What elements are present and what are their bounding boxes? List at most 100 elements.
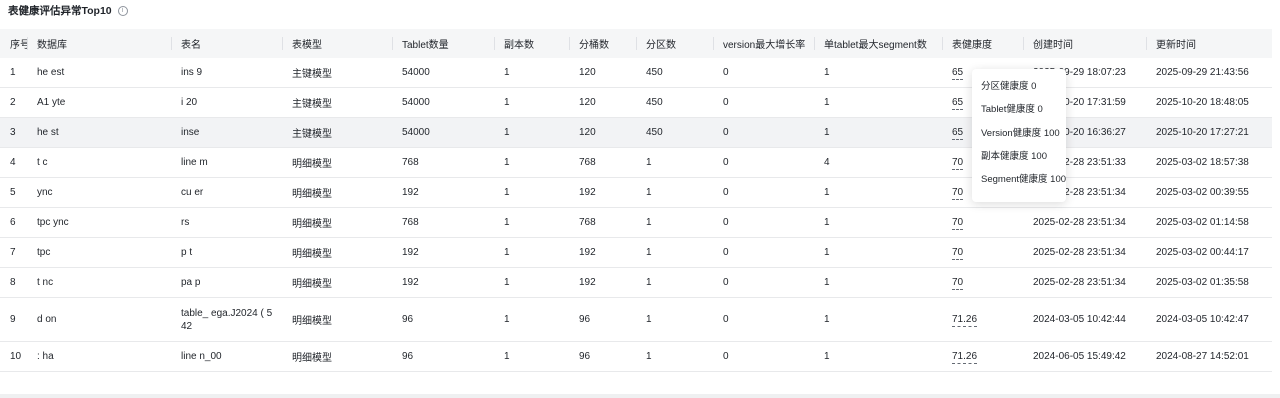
cell-buckets: 96 [569,341,636,372]
cell-database: tpc [27,237,171,268]
cell-index: 10 [0,341,27,372]
cell-table: ins 9 [171,58,282,88]
info-icon[interactable]: i [117,5,128,16]
table-row-hovered: 3 he st inse 主键模型 54000 1 120 450 0 1 65… [0,117,1272,148]
cell-index: 3 [0,117,27,148]
cell-database: ync [27,177,171,208]
cell-model: 明细模型 [282,297,392,342]
health-score[interactable]: 65 [952,67,964,80]
cell-version-growth: 0 [713,117,814,148]
cell-database: he st [27,117,171,148]
cell-table: line m [171,147,282,178]
health-score[interactable]: 70 [952,277,964,290]
cell-index: 7 [0,237,27,268]
table-row: 7 tpc p t 明细模型 192 1 192 1 0 1 70 2025-0… [0,237,1272,268]
cell-tablets: 768 [392,207,494,238]
cell-model: 主键模型 [282,117,392,148]
health-score[interactable]: 70 [952,157,964,170]
cell-buckets: 768 [569,207,636,238]
col-header-table: 表名 [171,29,282,58]
cell-buckets: 120 [569,87,636,118]
cell-table: cu er [171,177,282,208]
tooltip-version-health: Version健康度 100 [981,127,1060,139]
table-row: 10 : ha line n_00 明细模型 96 1 96 1 0 1 71.… [0,341,1272,372]
cell-replicas: 1 [494,207,569,238]
health-score[interactable]: 70 [952,217,964,230]
cell-updated: 2025-03-02 01:14:58 [1146,207,1272,238]
cell-version-growth: 0 [713,267,814,298]
cell-tablets: 54000 [392,117,494,148]
cell-version-growth: 0 [713,58,814,88]
table-row: 4 t c line m 明细模型 768 1 768 1 0 4 70 202… [0,147,1272,178]
cell-updated: 2025-03-02 00:39:55 [1146,177,1272,208]
cell-database: t nc [27,267,171,298]
cell-updated: 2025-09-29 21:43:56 [1146,58,1272,88]
cell-tablets: 96 [392,341,494,372]
cell-replicas: 1 [494,117,569,148]
cell-updated: 2025-10-20 17:27:21 [1146,117,1272,148]
cell-database: : ha [27,341,171,372]
cell-tablets: 96 [392,297,494,342]
cell-buckets: 120 [569,58,636,88]
cell-version-growth: 0 [713,297,814,342]
health-score[interactable]: 71.26 [952,351,978,364]
cell-index: 9 [0,297,27,342]
cell-model: 明细模型 [282,177,392,208]
cell-buckets: 120 [569,117,636,148]
table-row: 5 ync cu er 明细模型 192 1 192 1 0 1 70 2025… [0,177,1272,208]
cell-model: 明细模型 [282,147,392,178]
cell-buckets: 768 [569,147,636,178]
cell-version-growth: 0 [713,237,814,268]
cell-tablets: 192 [392,237,494,268]
cell-table: inse [171,117,282,148]
health-score[interactable]: 70 [952,187,964,200]
cell-version-growth: 0 [713,147,814,178]
cell-tablets: 192 [392,177,494,208]
col-header-index: 序号 [0,29,27,58]
cell-partitions: 1 [636,147,713,178]
cell-model: 明细模型 [282,237,392,268]
cell-tablets: 768 [392,147,494,178]
col-header-database: 数据库 [27,29,171,58]
cell-database: tpc ync [27,207,171,238]
cell-version-growth: 0 [713,341,814,372]
cell-model: 明细模型 [282,341,392,372]
cell-replicas: 1 [494,237,569,268]
health-score[interactable]: 65 [952,127,964,140]
health-score[interactable]: 70 [952,247,964,260]
cell-table: pa p [171,267,282,298]
cell-index: 5 [0,177,27,208]
cell-max-segments: 1 [814,117,942,148]
cell-created: 2025-02-28 23:51:34 [1023,267,1146,298]
cell-buckets: 96 [569,297,636,342]
cell-database: d on [27,297,171,342]
cell-max-segments: 1 [814,58,942,88]
col-header-max-segments: 单tablet最大segment数 [814,29,942,58]
cell-model: 主键模型 [282,87,392,118]
cell-created: 2024-03-05 10:42:44 [1023,297,1146,342]
bottom-divider [0,394,1280,398]
cell-max-segments: 1 [814,341,942,372]
cell-max-segments: 1 [814,297,942,342]
cell-partitions: 1 [636,177,713,208]
cell-updated: 2024-03-05 10:42:47 [1146,297,1272,342]
table-row: 8 t nc pa p 明细模型 192 1 192 1 0 1 70 2025… [0,267,1272,298]
cell-version-growth: 0 [713,207,814,238]
cell-buckets: 192 [569,237,636,268]
health-score[interactable]: 71.26 [952,314,978,327]
cell-version-growth: 0 [713,177,814,208]
cell-table: table_ ega.J2024 ( 5 42 [171,297,282,342]
cell-table: rs [171,207,282,238]
cell-updated: 2025-03-02 01:35:58 [1146,267,1272,298]
tooltip-replica-health: 副本健康度 100 [981,150,1047,162]
table-row: 1 he est ins 9 主键模型 54000 1 120 450 0 1 … [0,58,1272,88]
section-title: 表健康评估异常Top10 i [8,3,128,18]
section-title-text: 表健康评估异常Top10 [8,5,112,17]
cell-max-segments: 1 [814,267,942,298]
cell-updated: 2025-03-02 00:44:17 [1146,237,1272,268]
cell-table: i 20 [171,87,282,118]
cell-tablets: 54000 [392,87,494,118]
health-score[interactable]: 65 [952,97,964,110]
cell-partitions: 1 [636,267,713,298]
cell-health: 70 [942,267,1023,298]
